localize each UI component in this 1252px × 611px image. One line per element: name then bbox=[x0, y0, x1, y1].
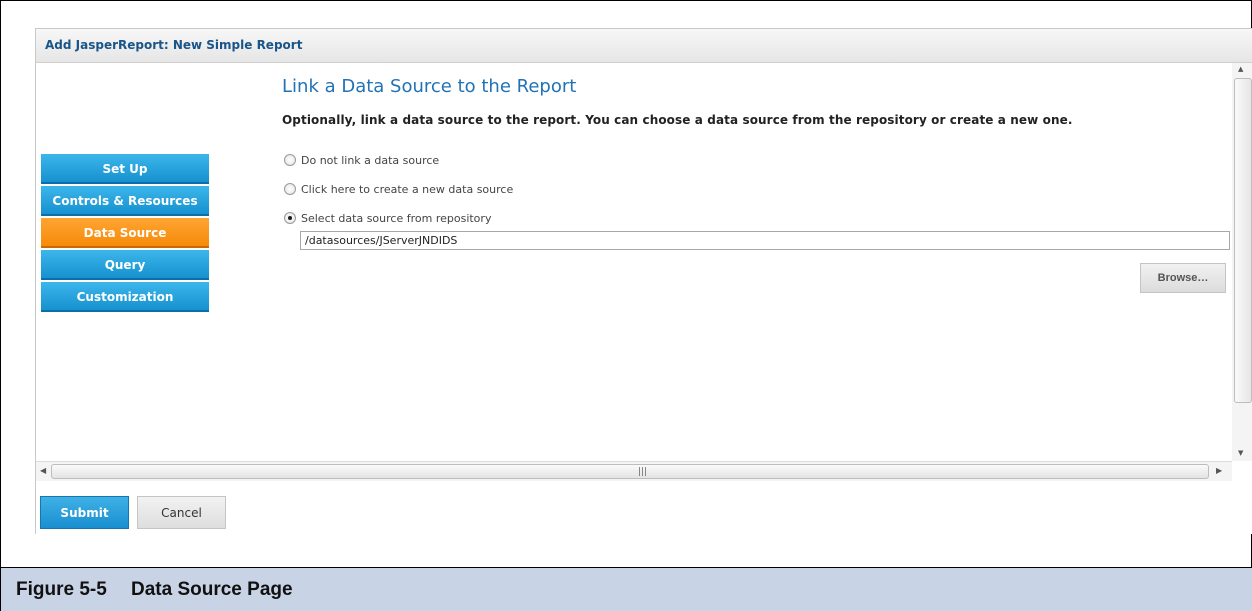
figure-title: Data Source Page bbox=[131, 579, 293, 600]
radio-label: Do not link a data source bbox=[301, 153, 440, 167]
horizontal-scroll-thumb[interactable]: ||| bbox=[51, 464, 1209, 479]
scroll-grip-icon: ||| bbox=[638, 467, 648, 477]
radio-option-select-from-repository[interactable]: Select data source from repository bbox=[284, 210, 491, 226]
vertical-scrollbar[interactable]: ▲ ▼ bbox=[1232, 63, 1252, 461]
radio-label: Select data source from repository bbox=[301, 211, 492, 225]
wizard-step-controls-resources[interactable]: Controls & Resources bbox=[41, 186, 209, 216]
vertical-scroll-thumb[interactable] bbox=[1234, 78, 1252, 403]
wizard-step-set-up[interactable]: Set Up bbox=[41, 154, 209, 184]
figure-caption: Figure 5-5 Data Source Page bbox=[1, 567, 1252, 611]
dialog-title: Add JasperReport: New Simple Report bbox=[45, 38, 303, 52]
page-title: Link a Data Source to the Report bbox=[282, 76, 577, 97]
page-description: Optionally, link a data source to the re… bbox=[282, 113, 1073, 127]
figure-frame: Add JasperReport: New Simple Report Set … bbox=[0, 0, 1252, 611]
wizard-step-query[interactable]: Query bbox=[41, 250, 209, 280]
wizard-step-data-source[interactable]: Data Source bbox=[41, 218, 209, 248]
radio-option-no-data-source[interactable]: Do not link a data source bbox=[284, 152, 439, 168]
scroll-down-arrow-icon[interactable]: ▼ bbox=[1238, 449, 1243, 457]
scroll-up-arrow-icon[interactable]: ▲ bbox=[1238, 65, 1243, 73]
wizard-step-customization[interactable]: Customization bbox=[41, 282, 209, 312]
submit-button[interactable]: Submit bbox=[40, 496, 129, 529]
cancel-button[interactable]: Cancel bbox=[137, 496, 226, 529]
horizontal-scrollbar[interactable]: ◀ ||| ▶ bbox=[36, 461, 1232, 481]
browse-button[interactable]: Browse… bbox=[1140, 263, 1226, 293]
radio-button-selected[interactable] bbox=[284, 212, 296, 224]
radio-button[interactable] bbox=[284, 154, 296, 166]
radio-label: Click here to create a new data source bbox=[301, 182, 514, 196]
figure-number: Figure 5-5 bbox=[16, 579, 107, 600]
report-wizard-dialog: Add JasperReport: New Simple Report Set … bbox=[35, 28, 1252, 534]
repository-path-input[interactable] bbox=[300, 231, 1230, 250]
scroll-right-arrow-icon[interactable]: ▶ bbox=[1216, 466, 1222, 475]
dialog-header: Add JasperReport: New Simple Report bbox=[36, 29, 1252, 63]
radio-button[interactable] bbox=[284, 183, 296, 195]
radio-option-create-data-source[interactable]: Click here to create a new data source bbox=[284, 181, 513, 197]
scroll-left-arrow-icon[interactable]: ◀ bbox=[40, 466, 46, 475]
wizard-nav: Set Up Controls & Resources Data Source … bbox=[41, 154, 209, 314]
